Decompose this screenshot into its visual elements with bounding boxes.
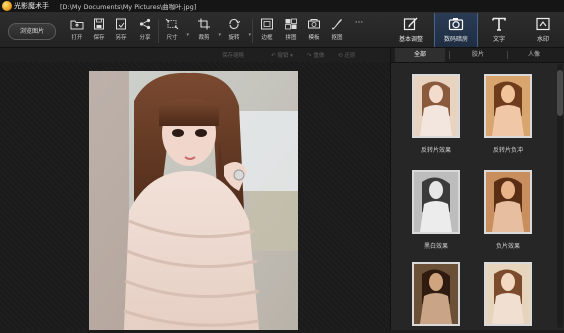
effects-scrollbar[interactable]: [557, 64, 563, 328]
tab-text[interactable]: 文字: [478, 13, 520, 47]
effect-vintage[interactable]: [407, 262, 465, 333]
app-title: 光影魔术手: [14, 2, 49, 10]
collage-button[interactable]: 拼图: [280, 16, 302, 46]
tab-divider: [507, 51, 508, 59]
resize-dropdown-icon[interactable]: ▾: [186, 32, 189, 38]
effect-thumbnail: [484, 262, 532, 326]
effect-reversal-negative[interactable]: 反转片负冲: [479, 74, 537, 154]
undo-button[interactable]: ↶ 撤销 ▾: [271, 51, 293, 59]
history-bar: 保存缩略 ↶ 撤销 ▾ ↷ 重做 ⟲ 还原: [0, 48, 390, 62]
app-logo-icon: [2, 1, 12, 11]
effect-label: 反转片负冲: [492, 147, 523, 154]
main-toolbar: 浏览图片 打开 保存 另存 分享 尺寸 ▾ 裁剪 ▾ 旋转 ▾ 边框 拼图 模板…: [0, 13, 564, 48]
more-icon: ···: [354, 18, 364, 28]
crop-icon: [198, 18, 210, 30]
tab-basic-adjust[interactable]: 基本调整: [390, 13, 432, 47]
restore-button[interactable]: ⟲ 还原: [338, 51, 355, 59]
effect-negative[interactable]: 负片效果: [479, 170, 537, 250]
redo-label: 重做: [313, 53, 325, 59]
crop-button[interactable]: 裁剪 ▾: [193, 16, 221, 46]
cutout-icon: [332, 19, 342, 30]
tab-digital-darkroom[interactable]: 数码暗房: [434, 13, 478, 47]
tab-divider: [449, 51, 450, 59]
effect-thumbnail: [484, 170, 532, 234]
effect-black-white[interactable]: 黑白效果: [407, 170, 465, 250]
share-button[interactable]: 分享: [134, 16, 156, 46]
template-button[interactable]: 模板: [303, 16, 325, 46]
crop-dropdown-icon[interactable]: ▾: [218, 32, 221, 38]
resize-label: 尺寸: [166, 35, 178, 41]
scrollbar-thumb[interactable]: [557, 70, 563, 116]
crop-label: 裁剪: [198, 35, 210, 41]
collage-icon: [285, 18, 297, 30]
tab-text-label: 文字: [492, 36, 505, 43]
save-button[interactable]: 保存: [88, 16, 110, 46]
share-icon: [139, 18, 151, 30]
undo-label: 撤销: [277, 53, 289, 59]
file-path: [D:\My Documents\My Pictures\曲咖叶.jpg]: [60, 3, 197, 11]
effect-thumbnail: [412, 170, 460, 234]
toolbar-divider: [158, 19, 159, 43]
template-label: 模板: [308, 35, 320, 41]
compare-button[interactable]: 保存缩略: [222, 51, 244, 59]
save-as-icon: [116, 18, 126, 30]
save-icon: [94, 18, 104, 30]
frame-icon: [261, 18, 273, 30]
more-button[interactable]: ···: [348, 16, 370, 46]
effect-label: 负片效果: [495, 243, 520, 250]
title-bar: 光影魔术手 [D:\My Documents\My Pictures\曲咖叶.j…: [0, 0, 564, 13]
tab-watermark-label: 水印: [536, 36, 549, 43]
tab-basic-adjust-label: 基本调整: [398, 36, 423, 43]
watermark-icon: [536, 17, 550, 31]
restore-label: 还原: [344, 53, 356, 59]
cutout-button[interactable]: 抠图: [326, 16, 348, 46]
save-label: 保存: [93, 35, 105, 41]
save-as-button[interactable]: 另存: [110, 16, 132, 46]
tab-portrait[interactable]: 人像: [509, 48, 559, 62]
tab-digital-darkroom-label: 数码暗房: [443, 36, 468, 43]
frame-label: 边框: [261, 35, 273, 41]
browse-images-button[interactable]: 浏览图片: [8, 23, 56, 40]
rotate-label: 旋转: [228, 35, 240, 41]
effect-warm[interactable]: [479, 262, 537, 333]
text-icon: [492, 17, 506, 31]
open-label: 打开: [71, 35, 83, 41]
tab-film[interactable]: 胶片: [453, 48, 503, 62]
adjust-icon: [403, 17, 418, 31]
cutout-label: 抠图: [331, 35, 343, 41]
effect-label: 黑白效果: [423, 243, 448, 250]
rotate-button[interactable]: 旋转 ▾: [223, 16, 251, 46]
effect-thumbnail: [484, 74, 532, 138]
redo-button[interactable]: ↷ 重做: [307, 51, 324, 59]
tab-watermark[interactable]: 水印: [522, 13, 564, 47]
effect-thumbnail: [412, 262, 460, 326]
main-photo: [89, 71, 298, 330]
rotate-icon: [229, 18, 241, 30]
toolbar-divider: [252, 19, 253, 43]
frame-button[interactable]: 边框: [256, 16, 278, 46]
template-icon: [308, 19, 320, 29]
open-icon: [70, 20, 84, 30]
effect-reversal-film[interactable]: 反转片效果: [407, 74, 465, 154]
resize-icon: [165, 18, 179, 30]
tab-all[interactable]: 全部: [395, 48, 445, 62]
camera-icon: [448, 18, 464, 31]
effects-panel: 全部 胶片 人像 反转片效果 反转片负冲 黑白效果 负片效果: [390, 48, 564, 330]
collage-label: 拼图: [285, 35, 297, 41]
save-as-label: 另存: [115, 35, 127, 41]
effect-label: 反转片效果: [420, 147, 451, 154]
open-button[interactable]: 打开: [66, 16, 88, 46]
effects-tabs: 全部 胶片 人像: [391, 48, 564, 63]
effect-thumbnail: [412, 74, 460, 138]
resize-button[interactable]: 尺寸 ▾: [161, 16, 189, 46]
share-label: 分享: [139, 35, 151, 41]
rotate-dropdown-icon[interactable]: ▾: [248, 32, 251, 38]
portrait-image: [89, 71, 298, 330]
